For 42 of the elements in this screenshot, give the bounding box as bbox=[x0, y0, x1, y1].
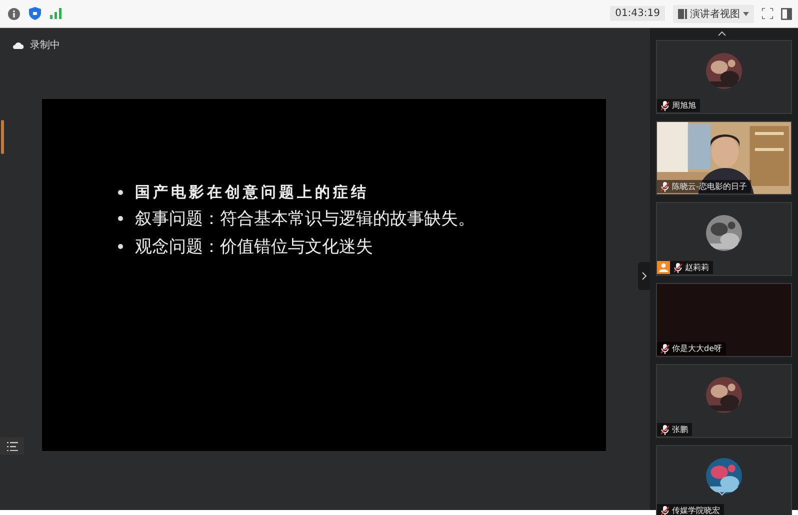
microphone-icon bbox=[674, 262, 682, 272]
slide-text: 叙事问题：符合基本常识与逻辑的故事缺失。 bbox=[135, 208, 475, 230]
panel-icon[interactable] bbox=[781, 8, 792, 20]
meeting-timer: 01:43:19 bbox=[610, 6, 665, 21]
chevron-up-icon[interactable] bbox=[718, 31, 726, 36]
info-icon[interactable] bbox=[8, 8, 20, 20]
microphone-icon bbox=[661, 100, 669, 110]
bullet-icon bbox=[118, 216, 123, 221]
slide-text: 国产电影在创意问题上的症结 bbox=[135, 183, 369, 202]
participant-tile[interactable]: 陈晓云-恋电影的日子 bbox=[656, 121, 792, 195]
microphone-icon bbox=[661, 344, 669, 354]
chevron-down-icon[interactable] bbox=[718, 491, 726, 496]
layout-icon bbox=[678, 8, 687, 18]
participant-name: 张鹏 bbox=[672, 424, 688, 435]
recording-status: 录制中 bbox=[30, 38, 60, 52]
signal-icon[interactable] bbox=[50, 8, 62, 19]
participant-tile[interactable]: 传媒学院晓宏 bbox=[656, 445, 792, 515]
participant-tile[interactable]: 赵莉莉 bbox=[656, 202, 792, 276]
view-selector[interactable]: 演讲者视图 bbox=[673, 4, 754, 22]
fullscreen-icon[interactable] bbox=[762, 8, 773, 19]
participant-name: 传媒学院晓宏 bbox=[672, 505, 720, 515]
chevron-right-icon bbox=[642, 272, 646, 280]
participant-tile[interactable]: 你是大大de呀 bbox=[656, 283, 792, 357]
participant-tile[interactable]: 张鹏 bbox=[656, 364, 792, 438]
bullet-icon bbox=[118, 244, 123, 249]
microphone-icon bbox=[661, 424, 669, 434]
shield-icon[interactable] bbox=[29, 7, 41, 20]
participant-name: 陈晓云-恋电影的日子 bbox=[672, 181, 747, 192]
collapse-button[interactable] bbox=[638, 262, 650, 290]
scroll-indicator bbox=[1, 120, 4, 154]
bullet-icon bbox=[118, 190, 123, 195]
list-button[interactable] bbox=[0, 437, 24, 455]
participant-name: 你是大大de呀 bbox=[672, 343, 722, 354]
microphone-icon bbox=[661, 506, 669, 515]
participant-tile[interactable]: 周旭旭 bbox=[656, 40, 792, 114]
caret-icon bbox=[743, 12, 749, 16]
participant-name: 赵莉莉 bbox=[685, 262, 709, 273]
list-icon bbox=[6, 442, 18, 450]
microphone-icon bbox=[661, 182, 669, 192]
slide-text: 观念问题：价值错位与文化迷失 bbox=[135, 236, 373, 258]
cloud-icon bbox=[13, 42, 24, 48]
participant-name: 周旭旭 bbox=[672, 100, 696, 111]
